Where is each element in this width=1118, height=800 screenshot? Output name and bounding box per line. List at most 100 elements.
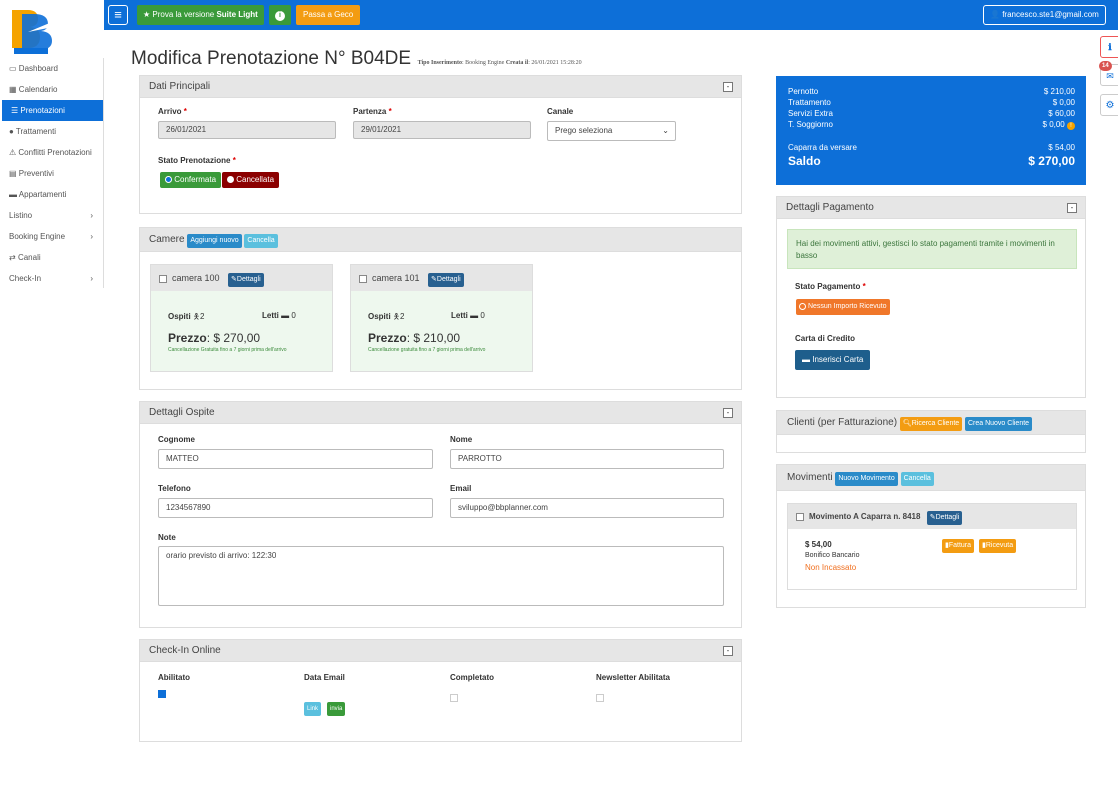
room-checkbox[interactable]: [159, 274, 167, 283]
sidebar-item-dashboard[interactable]: ▭ Dashboard: [0, 58, 103, 79]
add-room-button[interactable]: Aggiungi nuovo: [187, 234, 242, 248]
note-label: Note: [158, 533, 176, 542]
nome-input[interactable]: PARROTTO: [450, 449, 724, 469]
bed-icon: ▬: [470, 311, 479, 320]
sidebar-item-appartamenti[interactable]: ▬ Appartamenti: [0, 184, 103, 205]
cancel-movimenti-button[interactable]: Cancella: [900, 472, 934, 486]
note-textarea[interactable]: orario previsto di arrivo: 122:30: [158, 546, 724, 606]
summary-row: T. Soggiorno $ 0,00 !: [788, 120, 1075, 131]
room-card-body: Ospiti 🯅2 Letti ▬ 0 Prezzo: $ 210,00 Can…: [351, 291, 532, 371]
abilitato-checkbox[interactable]: [158, 688, 171, 698]
panel-header: Clienti (per Fatturazione) 🔍︎Ricerca Cli…: [777, 411, 1085, 435]
top-navbar: ≡ ★ Prova la versione Suite Light i Pass…: [0, 0, 1118, 30]
chevron-right-icon: ›: [90, 211, 93, 220]
checkbox-empty-icon: [450, 693, 458, 702]
suite-light-button[interactable]: ★ Prova la versione Suite Light: [137, 5, 264, 25]
movimento-checkbox[interactable]: [796, 512, 804, 521]
panel-header: Dettagli Ospite -: [140, 402, 741, 424]
logo[interactable]: [0, 0, 104, 58]
stato-pagamento-radio[interactable]: Nessun Importo Ricevuto: [796, 299, 890, 315]
star-icon: ★: [143, 10, 151, 19]
sidebar-item-preventivi[interactable]: ▤ Preventivi: [0, 163, 103, 184]
collapse-button[interactable]: -: [723, 82, 733, 92]
collapse-button[interactable]: -: [723, 646, 733, 656]
camere-panel: Camere Aggiungi nuovo Cancella camera 10…: [139, 227, 742, 390]
page-meta: Tipo Inserimento: Booking Engine Creata …: [417, 60, 582, 66]
sidebar-item-checkin[interactable]: Check-In ›: [0, 268, 103, 289]
room-card: camera 100 ✎Dettagli Ospiti 🯅2 Letti ▬ 0…: [150, 264, 333, 372]
inserisci-carta-button[interactable]: ▬ Inserisci Carta: [795, 350, 871, 370]
sidebar-item-trattamenti[interactable]: ● Trattamenti: [0, 121, 103, 142]
sidebar-item-prenotazioni[interactable]: ☰ Prenotazioni: [2, 100, 103, 121]
cancellation-note: Cancellazione gratuita fino a 7 giorni p…: [368, 347, 486, 353]
room-card-header: camera 100 ✎Dettagli: [151, 265, 332, 291]
user-menu-button[interactable]: 👤 francesco.ste1@gmail.com: [983, 5, 1106, 25]
collapse-button[interactable]: -: [1067, 203, 1077, 213]
info-icon[interactable]: !: [1067, 122, 1075, 130]
check-icon: [158, 689, 166, 698]
movimento-header: Movimento A Caparra n. 8418 ✎Dettagli: [788, 504, 1076, 529]
sidebar-item-calendario[interactable]: ▦ Calendario: [0, 79, 103, 100]
invia-button[interactable]: invia: [327, 702, 346, 716]
calendar-icon: ▦: [9, 85, 17, 94]
clienti-panel: Clienti (per Fatturazione) 🔍︎Ricerca Cli…: [776, 410, 1086, 453]
floating-settings-button[interactable]: ⚙: [1100, 94, 1118, 116]
sidebar-item-canali[interactable]: ⇄ Canali: [0, 247, 103, 268]
ricerca-cliente-button[interactable]: 🔍︎Ricerca Cliente: [899, 417, 963, 431]
chevron-down-icon: ⌄: [662, 126, 669, 135]
nome-label: Nome: [450, 435, 473, 444]
floating-info-button[interactable]: ℹ: [1100, 36, 1118, 58]
sidebar-item-conflitti[interactable]: ⚠ Conflitti Prenotazioni: [0, 142, 103, 163]
arrivo-field[interactable]: 26/01/2021: [158, 121, 336, 139]
bed-icon: ▬: [9, 190, 17, 199]
radio-on-icon: [165, 176, 172, 184]
menu-toggle-button[interactable]: ≡: [108, 5, 128, 25]
page-title-row: Modifica Prenotazione N° B04DE Tipo Inse…: [131, 48, 582, 70]
link-button[interactable]: Link: [304, 702, 322, 716]
email-input[interactable]: sviluppo@bbplanner.com: [450, 498, 724, 518]
summary-row: Caparra da versare $ 54,00: [788, 143, 1075, 152]
arrivo-label: Arrivo *: [158, 107, 187, 116]
list-icon: ☰: [11, 106, 19, 115]
completato-checkbox[interactable]: [450, 692, 463, 702]
partenza-field[interactable]: 29/01/2021: [353, 121, 531, 139]
room-price: Prezzo: $ 270,00: [168, 331, 261, 345]
dati-principali-panel: Dati Principali - Arrivo * 26/01/2021 Pa…: [139, 75, 742, 214]
food-icon: ●: [9, 127, 14, 136]
room-checkbox[interactable]: [359, 274, 367, 283]
summary-row: Pernotto $ 210,00: [788, 87, 1075, 96]
geco-button[interactable]: Passa a Geco: [296, 5, 361, 25]
document-icon: ▤: [9, 169, 17, 178]
canale-label: Canale: [547, 107, 574, 116]
room-card-body: Ospiti 🯅2 Letti ▬ 0 Prezzo: $ 270,00 Can…: [151, 291, 332, 371]
ricevuta-button[interactable]: ▮Ricevuta: [979, 539, 1017, 553]
room-details-button[interactable]: ✎Dettagli: [228, 273, 264, 287]
envelope-icon: ✉: [1106, 71, 1114, 81]
newsletter-label: Newsletter Abilitata: [596, 673, 670, 682]
telefono-label: Telefono: [158, 484, 191, 493]
movimento-method: Bonifico Bancario: [805, 552, 860, 559]
nuovo-movimento-button[interactable]: Nuovo Movimento: [835, 472, 898, 486]
newsletter-checkbox[interactable]: [596, 692, 609, 702]
stato-prenotazione-label: Stato Prenotazione *: [158, 156, 236, 165]
crea-cliente-button[interactable]: Crea Nuovo Cliente: [964, 417, 1033, 431]
canale-select[interactable]: Prego seleziona ⌄: [547, 121, 676, 141]
cancel-rooms-button[interactable]: Cancella: [244, 234, 278, 248]
gears-icon: ⚙: [1105, 100, 1115, 111]
cancellata-radio[interactable]: Cancellata: [222, 172, 280, 188]
cognome-input[interactable]: MATTEO: [158, 449, 433, 469]
summary-row: Servizi Extra $ 60,00: [788, 109, 1075, 118]
panel-header: Check-In Online -: [140, 640, 741, 662]
chevron-right-icon: ›: [90, 274, 93, 283]
sidebar-item-listino[interactable]: Listino ›: [0, 205, 103, 226]
sidebar-item-booking-engine[interactable]: Booking Engine ›: [0, 226, 103, 247]
collapse-button[interactable]: -: [723, 408, 733, 418]
telefono-input[interactable]: 1234567890: [158, 498, 433, 518]
info-button[interactable]: i: [269, 5, 291, 25]
chevron-right-icon: ›: [90, 232, 93, 241]
confermata-radio[interactable]: Confermata: [160, 172, 222, 188]
movimento-details-button[interactable]: ✎Dettagli: [926, 511, 963, 525]
fattura-button[interactable]: ▮Fattura: [942, 539, 975, 553]
search-icon: 🔍︎: [902, 420, 912, 427]
room-details-button[interactable]: ✎Dettagli: [428, 273, 464, 287]
